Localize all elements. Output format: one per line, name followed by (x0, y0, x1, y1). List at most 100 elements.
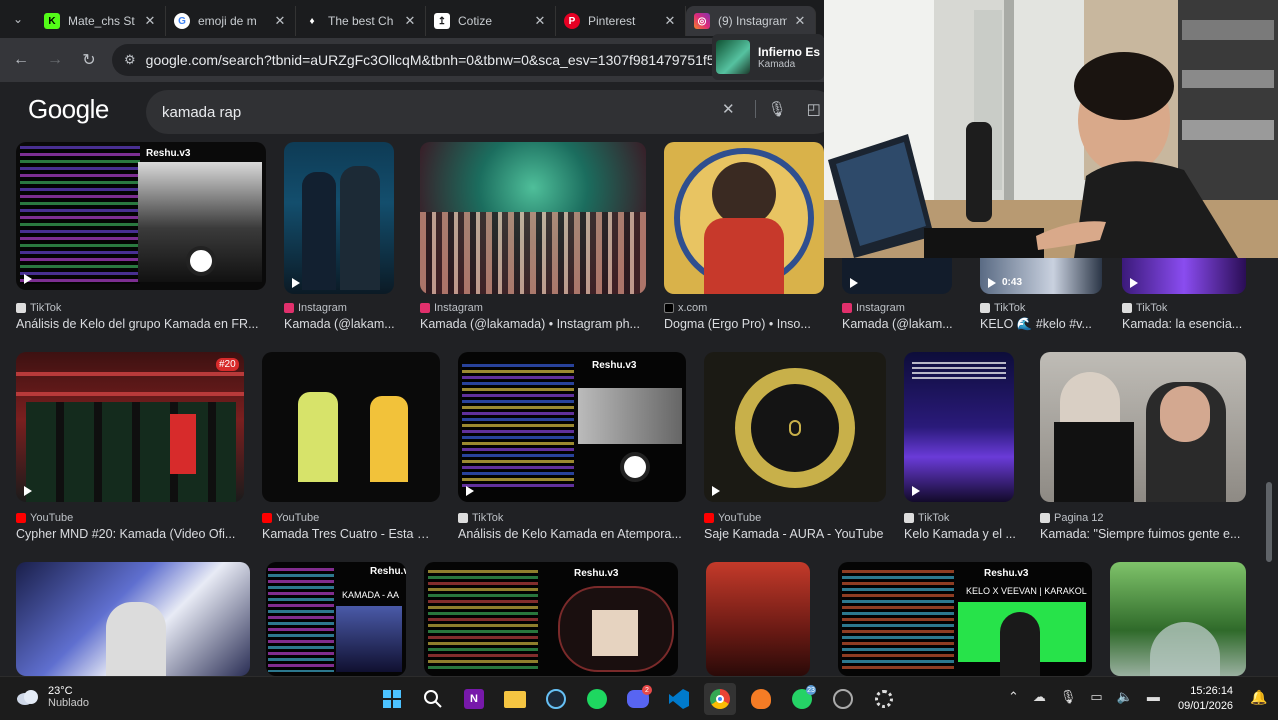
image-result[interactable]: Instagram Kamada (@lakam... (842, 258, 962, 332)
result-thumbnail[interactable] (284, 142, 394, 294)
close-icon[interactable]: ✕ (143, 13, 157, 29)
site-info-icon[interactable]: ⚙ (124, 52, 136, 68)
image-result[interactable]: Reshu.v3 (424, 562, 678, 676)
whatsapp-app[interactable]: 23 (786, 683, 818, 715)
image-result[interactable]: TikTok Kelo Kamada y el ... (904, 352, 1022, 542)
image-result[interactable]: YouTube Saje Kamada - AURA - YouTube (704, 352, 886, 542)
result-thumbnail[interactable] (16, 562, 250, 676)
image-result[interactable] (1110, 562, 1246, 676)
image-result[interactable]: YouTube Kamada Tres Cuatro - Esta n... (262, 352, 440, 542)
cloud-sync-icon[interactable]: ☁ (1033, 689, 1046, 705)
image-result[interactable]: Reshu.v3 KAMADA - AA (266, 562, 406, 676)
youtube-icon (16, 513, 26, 523)
result-thumbnail[interactable] (842, 258, 952, 294)
result-title[interactable]: Kamada (@lakam... (842, 317, 954, 331)
image-result[interactable]: Reshu.v3 TikTok Análisis de Kelo del gru… (16, 142, 266, 332)
image-result[interactable]: 0:43 TikTok KELO 🌊 #kelo #v... (980, 258, 1102, 332)
settings-app[interactable] (868, 683, 900, 715)
result-thumbnail[interactable] (1122, 258, 1246, 294)
result-title[interactable]: Kamada (@lakam... (284, 317, 398, 331)
back-button[interactable]: ← (4, 43, 38, 77)
result-title[interactable]: Kamada Tres Cuatro - Esta n... (262, 527, 432, 541)
battery-icon[interactable]: ▬ (1147, 689, 1160, 705)
google-logo[interactable]: Google (28, 94, 109, 125)
result-title[interactable]: Kamada (@lakamada) • Instagram ph... (420, 317, 646, 331)
spotify-app[interactable] (581, 683, 613, 715)
result-thumbnail[interactable] (664, 142, 824, 294)
start-button[interactable] (376, 683, 408, 715)
result-thumbnail[interactable] (706, 562, 810, 676)
tab-google[interactable]: G emoji de m ✕ (166, 6, 296, 36)
result-title[interactable]: Saje Kamada - AURA - YouTube (704, 527, 886, 541)
result-title[interactable]: Cypher MND #20: Kamada (Video Ofi... (16, 527, 244, 541)
result-title[interactable]: Kamada: la esencia... (1122, 317, 1246, 331)
close-icon[interactable]: ✕ (793, 13, 807, 29)
result-thumbnail[interactable] (904, 352, 1014, 502)
notification-bell-icon[interactable]: 🔔 (1250, 689, 1267, 706)
tab-kick[interactable]: K Mate_chs St ✕ (36, 6, 166, 36)
reshu-label: Reshu.v3 (370, 566, 406, 577)
close-icon[interactable]: ✕ (273, 13, 287, 29)
tab-cotize[interactable]: ↥ Cotize ✕ (426, 6, 556, 36)
result-title[interactable]: Análisis de Kelo Kamada en Atempora... (458, 527, 686, 541)
onenote-app[interactable]: N (458, 683, 490, 715)
result-thumbnail[interactable]: Reshu.v3 (424, 562, 678, 676)
result-title[interactable]: Kelo Kamada y el ... (904, 527, 1022, 541)
steam-app[interactable] (540, 683, 572, 715)
vscode-app[interactable] (663, 683, 695, 715)
fl-studio-app[interactable] (745, 683, 777, 715)
result-thumbnail[interactable] (1110, 562, 1246, 676)
volume-icon[interactable]: 🔈 (1117, 689, 1133, 705)
image-result[interactable]: x.com Dogma (Ergo Pro) • Inso... (664, 142, 824, 332)
reload-button[interactable]: ↻ (72, 43, 106, 77)
image-result[interactable]: Reshu.v3 KELO X VEEVAN | KARAKOL (838, 562, 1092, 676)
result-title[interactable]: Análisis de Kelo del grupo Kamada en FR.… (16, 317, 266, 331)
image-result[interactable]: Reshu.v3 TikTok Análisis de Kelo Kamada … (458, 352, 686, 542)
close-icon[interactable]: ✕ (403, 13, 417, 29)
result-title[interactable]: KELO 🌊 #kelo #v... (980, 317, 1102, 332)
result-thumbnail[interactable] (262, 352, 440, 502)
tab-instagram[interactable]: ◎ (9) Instagram ✕ (686, 6, 816, 36)
image-result[interactable] (16, 562, 250, 676)
page-scrollbar[interactable] (1266, 482, 1272, 562)
chevron-up-icon[interactable]: ⌃ (1008, 689, 1019, 705)
image-result[interactable]: Instagram Kamada (@lakamada) • Instagram… (420, 142, 646, 332)
result-title[interactable]: Dogma (Ergo Pro) • Inso... (664, 317, 812, 331)
address-bar[interactable]: ⚙ google.com/search?tbnid=aURZgFc3OllcqM… (112, 44, 812, 76)
image-result[interactable]: Pagina 12 Kamada: "Siempre fuimos gente … (1040, 352, 1246, 542)
image-result[interactable]: TikTok Kamada: la esencia... (1122, 258, 1246, 332)
file-explorer-app[interactable] (499, 683, 531, 715)
discord-app[interactable]: 2 (622, 683, 654, 715)
tab-search-button[interactable]: ⌄ (0, 0, 36, 38)
taskbar-clock[interactable]: 15:26:14 09/01/2026 (1178, 684, 1233, 714)
tab-pinterest[interactable]: P Pinterest ✕ (556, 6, 686, 36)
result-thumbnail[interactable]: Reshu.v3 (16, 142, 266, 290)
result-title[interactable]: Kamada: "Siempre fuimos gente e... (1040, 527, 1246, 541)
microphone-icon[interactable]: 🎙 (1060, 689, 1077, 705)
result-thumbnail[interactable]: Reshu.v3 KELO X VEEVAN | KARAKOL (838, 562, 1092, 676)
close-icon[interactable]: ✕ (663, 13, 677, 29)
display-icon[interactable]: ▭ (1090, 689, 1102, 705)
result-thumbnail[interactable] (420, 142, 646, 294)
image-result[interactable]: Instagram Kamada (@lakam... (284, 142, 398, 332)
media-notification[interactable]: Infierno Es F Kamada (712, 34, 824, 80)
weather-widget[interactable]: 23°C Nublado (16, 685, 89, 709)
result-thumbnail[interactable]: #20 (16, 352, 244, 502)
result-thumbnail[interactable] (1040, 352, 1246, 502)
search-button[interactable] (417, 683, 449, 715)
record-icon (833, 689, 853, 709)
lens-icon[interactable]: ◰ (807, 100, 821, 118)
result-thumbnail[interactable]: Reshu.v3 KAMADA - AA (266, 562, 406, 676)
mic-icon[interactable]: 🎙 (754, 100, 787, 118)
tab-chess[interactable]: ♦ The best Ch ✕ (296, 6, 426, 36)
image-result[interactable] (706, 562, 810, 676)
result-thumbnail[interactable]: 0:43 (980, 258, 1102, 294)
image-result[interactable]: #20 YouTube Cypher MND #20: Kamada (Vide… (16, 352, 244, 542)
recorder-app[interactable] (827, 683, 859, 715)
result-thumbnail[interactable] (704, 352, 886, 502)
clear-icon[interactable]: ✕ (722, 100, 735, 118)
result-thumbnail[interactable]: Reshu.v3 (458, 352, 686, 502)
chrome-app[interactable] (704, 683, 736, 715)
forward-button[interactable]: → (38, 43, 72, 77)
close-icon[interactable]: ✕ (533, 13, 547, 29)
